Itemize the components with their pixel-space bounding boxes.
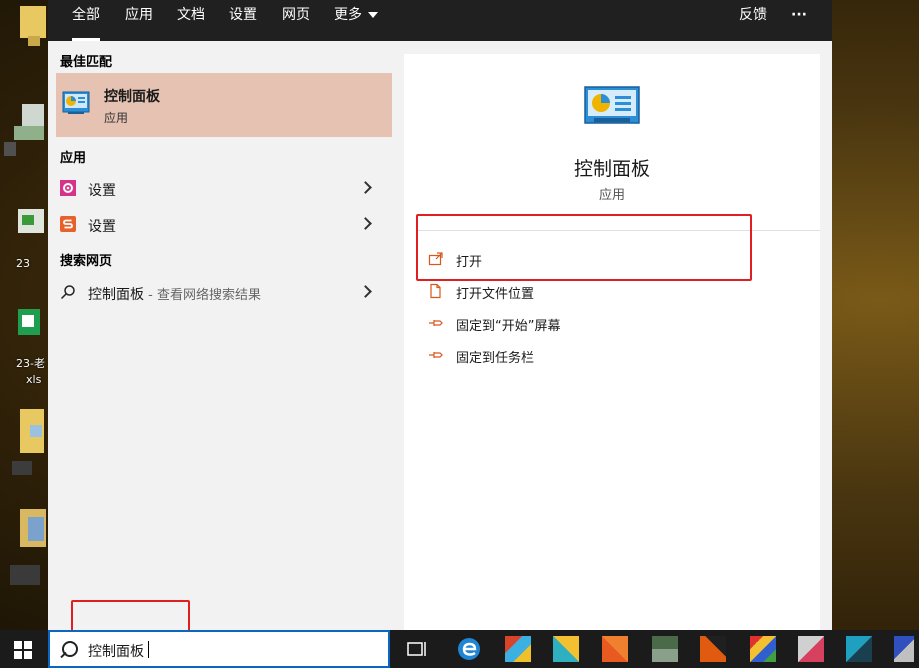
section-best-match: 最佳匹配 bbox=[60, 55, 113, 70]
taskbar-app-icon[interactable] bbox=[750, 636, 776, 662]
taskbar: 控制面板 bbox=[0, 630, 919, 668]
best-match-subtitle: 应用 bbox=[104, 111, 129, 125]
app-result-label: 设置 bbox=[88, 183, 116, 199]
preview-pane: 控制面板 应用 打开 打开文件位置 固定到“开始”屏幕 固定到任务栏 bbox=[404, 54, 820, 630]
chevron-down-icon bbox=[368, 12, 378, 18]
action-label: 固定到“开始”屏幕 bbox=[456, 319, 561, 334]
desktop-label: xls bbox=[26, 373, 42, 386]
taskbar-app-icon[interactable] bbox=[894, 636, 914, 662]
tab-documents[interactable]: 文档 bbox=[177, 0, 205, 41]
taskbar-app-icon[interactable] bbox=[798, 636, 824, 662]
preview-title: 控制面板 bbox=[573, 158, 650, 180]
web-search-label: 控制面板 - 查看网络搜索结果 bbox=[88, 284, 261, 304]
action-label: 固定到任务栏 bbox=[456, 351, 535, 366]
chevron-right-icon[interactable] bbox=[359, 285, 372, 298]
tab-more[interactable]: 更多 bbox=[334, 0, 378, 41]
web-search-result[interactable]: 控制面板 - 查看网络搜索结果 bbox=[56, 275, 392, 309]
app-result-settings[interactable]: 设置 bbox=[56, 171, 392, 205]
chevron-right-icon[interactable] bbox=[359, 217, 372, 230]
search-filter-bar: 全部 应用 文档 设置 网页 更多 反馈 ··· bbox=[48, 0, 832, 41]
taskbar-app-icon[interactable] bbox=[602, 636, 628, 662]
gear-icon bbox=[60, 180, 76, 196]
highlight-box-open bbox=[416, 214, 752, 281]
pin-icon bbox=[429, 352, 443, 358]
taskbar-app-icon[interactable] bbox=[553, 636, 579, 662]
search-input-value: 控制面板 bbox=[88, 644, 144, 660]
best-match-title: 控制面板 bbox=[104, 89, 160, 105]
app-result-label: 设置 bbox=[88, 219, 116, 235]
taskbar-app-icon[interactable] bbox=[700, 636, 726, 662]
taskbar-search-input[interactable]: 控制面板 bbox=[48, 630, 390, 668]
windows-start-icon[interactable] bbox=[14, 641, 32, 659]
chevron-right-icon[interactable] bbox=[359, 181, 372, 194]
web-search-query: 控制面板 bbox=[88, 287, 144, 303]
app-result-settings-2[interactable]: 设置 bbox=[56, 207, 392, 241]
tab-settings[interactable]: 设置 bbox=[229, 0, 257, 41]
file-location-icon bbox=[430, 283, 441, 299]
desktop-icon-blurred[interactable] bbox=[0, 100, 48, 160]
pin-icon bbox=[429, 320, 443, 326]
control-panel-icon bbox=[584, 86, 640, 124]
desktop-label: 23 bbox=[16, 257, 30, 270]
taskbar-app-icon[interactable] bbox=[846, 636, 872, 662]
taskbar-app-icon[interactable] bbox=[652, 636, 678, 662]
text-caret bbox=[148, 641, 149, 658]
preview-subtitle: 应用 bbox=[598, 188, 625, 203]
desktop-icon-blurred[interactable]: 23 bbox=[0, 205, 48, 275]
task-view-icon[interactable] bbox=[404, 636, 430, 662]
more-options-button[interactable]: ··· bbox=[791, 0, 807, 41]
results-list: 最佳匹配 控制面板 应用 应用 设置 设置 搜索网页 控制面板 - 查看网络搜索… bbox=[48, 41, 404, 630]
tab-more-label: 更多 bbox=[334, 7, 362, 23]
section-apps: 应用 bbox=[60, 151, 87, 166]
desktop-icon-spreadsheet[interactable]: 23-老 xls bbox=[0, 305, 48, 395]
best-match-item[interactable]: 控制面板 应用 bbox=[56, 73, 392, 137]
desktop-icon-folder[interactable] bbox=[0, 505, 48, 595]
taskbar-app-icon[interactable] bbox=[505, 636, 531, 662]
desktop-icon-folder[interactable] bbox=[0, 405, 48, 495]
search-icon bbox=[60, 285, 75, 300]
tab-apps[interactable]: 应用 bbox=[125, 0, 153, 41]
s-logo-icon bbox=[60, 216, 76, 232]
tab-all[interactable]: 全部 bbox=[72, 0, 100, 41]
feedback-button[interactable]: 反馈 bbox=[739, 0, 767, 41]
web-search-suffix: - 查看网络搜索结果 bbox=[144, 288, 261, 303]
edge-browser-icon[interactable] bbox=[456, 636, 482, 662]
control-panel-icon bbox=[62, 91, 90, 114]
tab-web[interactable]: 网页 bbox=[282, 0, 310, 41]
desktop-icon-folder[interactable] bbox=[0, 0, 48, 60]
action-label: 打开文件位置 bbox=[456, 287, 535, 302]
desktop-label: 23-老 bbox=[16, 357, 45, 370]
section-web-search: 搜索网页 bbox=[60, 254, 113, 269]
start-search-panel: 全部 应用 文档 设置 网页 更多 反馈 ··· 最佳匹配 控制面板 应用 应用 bbox=[48, 0, 832, 630]
